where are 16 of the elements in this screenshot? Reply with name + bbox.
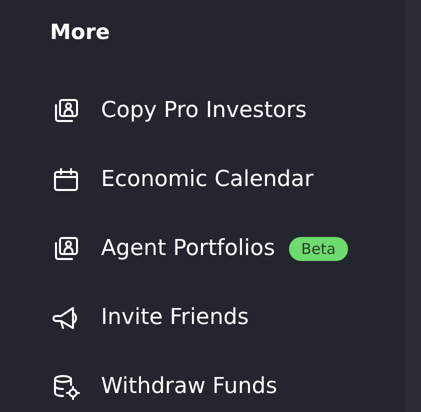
menu-item[interactable]: Copy Pro Investors	[0, 76, 405, 145]
portrait-stack-icon	[52, 96, 80, 124]
menu-item-label: Invite Friends	[101, 305, 249, 330]
menu-item[interactable]: Agent Portfolios Beta	[0, 214, 405, 283]
menu-item-label: Agent Portfolios	[101, 236, 276, 261]
beta-badge: Beta	[289, 236, 348, 260]
coin-stack-gear-icon	[52, 372, 80, 400]
menu-item-label: Copy Pro Investors	[101, 98, 307, 123]
portrait-stack-icon	[52, 234, 80, 262]
calendar-icon	[52, 166, 80, 194]
menu-item[interactable]: Economic Calendar	[0, 145, 405, 214]
menu-item[interactable]: Invite Friends	[0, 283, 405, 352]
menu-item-label: Withdraw Funds	[101, 374, 278, 399]
section-title: More	[49, 19, 111, 46]
menu-item[interactable]: Withdraw Funds	[0, 352, 405, 412]
menu-item-label: Economic Calendar	[101, 167, 314, 192]
